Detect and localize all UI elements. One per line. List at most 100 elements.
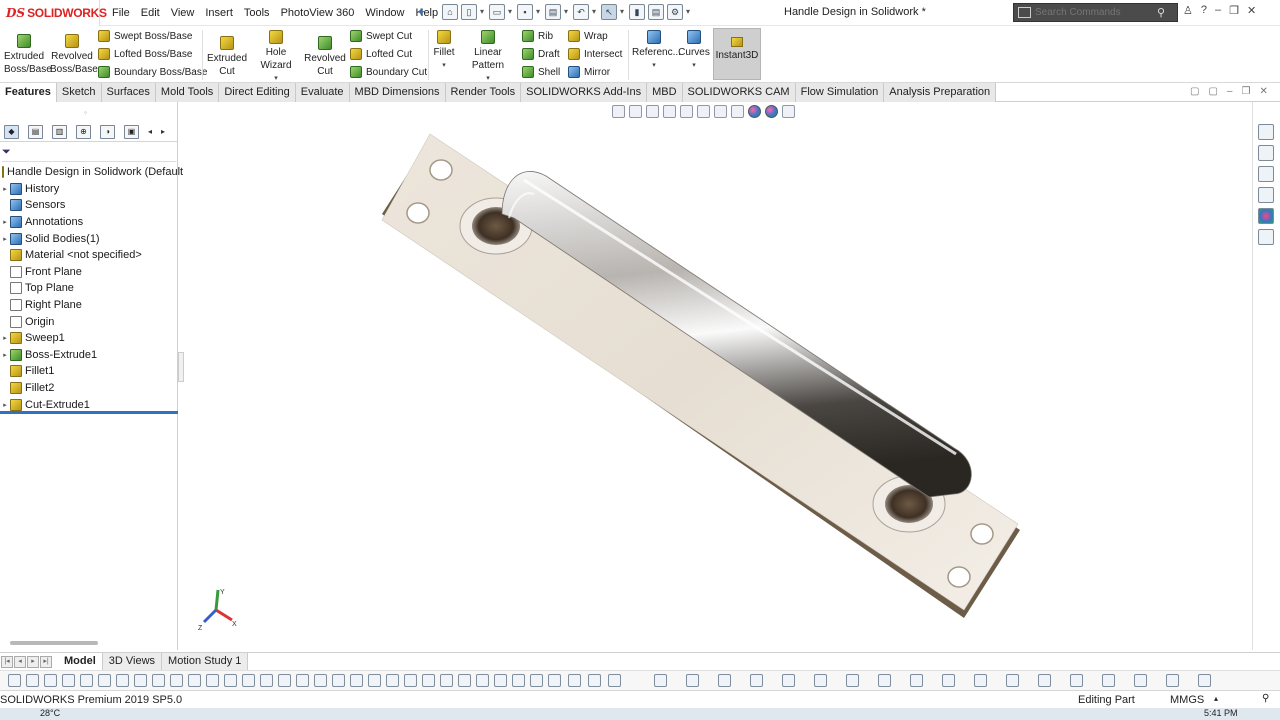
next-tab-icon[interactable]: ▸ bbox=[27, 655, 39, 668]
offset-icon[interactable] bbox=[440, 674, 453, 687]
sketch-line-icon[interactable] bbox=[686, 674, 699, 687]
tab-cam[interactable]: SOLIDWORKS CAM bbox=[682, 83, 796, 102]
sketch-3d-icon[interactable] bbox=[1102, 674, 1115, 687]
sketch-pattern-icon[interactable] bbox=[1070, 674, 1083, 687]
chevron-right-icon[interactable]: ▸ bbox=[161, 127, 165, 136]
rollback-bar[interactable] bbox=[0, 411, 178, 414]
tree-item[interactable]: Sensors bbox=[0, 197, 178, 214]
property-manager-icon[interactable]: ▤ bbox=[28, 124, 43, 139]
sketch-fillet-icon[interactable] bbox=[910, 674, 923, 687]
fillet-sketch-icon[interactable] bbox=[278, 674, 291, 687]
tab-evaluate[interactable]: Evaluate bbox=[295, 83, 350, 102]
search-commands-box[interactable]: ⚲ bbox=[1013, 3, 1178, 22]
tree-item[interactable]: Material <not specified> bbox=[0, 247, 178, 264]
linear-pattern-sketch-icon[interactable] bbox=[476, 674, 489, 687]
tree-item[interactable]: Right Plane bbox=[0, 297, 178, 314]
tab-model[interactable]: Model bbox=[58, 653, 103, 670]
select-filter-icon[interactable] bbox=[8, 674, 21, 687]
expand-arrow-icon[interactable]: ▸ bbox=[0, 185, 10, 193]
sketch-polygon-icon[interactable] bbox=[878, 674, 891, 687]
slot-icon[interactable] bbox=[314, 674, 327, 687]
shaded-contours-icon[interactable] bbox=[608, 674, 621, 687]
prev-tab-icon[interactable]: ◂ bbox=[14, 655, 26, 668]
sketch-display-icon[interactable] bbox=[1198, 674, 1211, 687]
revolved-boss-button[interactable]: Revolved Boss/Base bbox=[50, 34, 98, 76]
traffic-light-icon[interactable]: ▮ bbox=[629, 4, 645, 20]
chevron-down-icon[interactable]: ▾ bbox=[508, 4, 514, 20]
home-icon[interactable]: ⌂ bbox=[442, 4, 458, 20]
sketch-icon[interactable] bbox=[134, 674, 147, 687]
tab-features[interactable]: Features bbox=[0, 83, 57, 102]
sketch-snap-icon[interactable] bbox=[1166, 674, 1179, 687]
tree-item[interactable]: ▸ Boss-Extrude1 bbox=[0, 347, 178, 364]
chevron-down-icon[interactable]: ▾ bbox=[480, 4, 486, 20]
undo-icon[interactable]: ↶ bbox=[573, 4, 589, 20]
design-library-icon[interactable] bbox=[1258, 145, 1274, 161]
edit-appearance-icon[interactable] bbox=[748, 105, 761, 118]
rectangle-icon[interactable] bbox=[188, 674, 201, 687]
configuration-manager-icon[interactable]: ▥ bbox=[52, 124, 67, 139]
menu-insert[interactable]: Insert bbox=[205, 7, 233, 19]
extruded-cut-button[interactable]: Extruded Cut bbox=[206, 36, 248, 78]
close-button[interactable]: ✕ bbox=[1247, 4, 1256, 17]
circle-icon[interactable] bbox=[206, 674, 219, 687]
user-icon[interactable]: ♙ bbox=[1183, 4, 1193, 17]
expand-arrow-icon[interactable]: ▸ bbox=[0, 334, 10, 342]
print-icon[interactable]: ▤ bbox=[545, 4, 561, 20]
search-scope-icon[interactable] bbox=[1018, 7, 1031, 18]
tree-item[interactable]: Origin bbox=[0, 313, 178, 330]
sketch-arc-icon[interactable] bbox=[814, 674, 827, 687]
convert-icon[interactable] bbox=[422, 674, 435, 687]
help-icon[interactable]: ? bbox=[1201, 4, 1207, 17]
mirror-button[interactable]: Mirror bbox=[568, 66, 610, 78]
last-tab-icon[interactable]: ▸| bbox=[40, 655, 52, 668]
shell-button[interactable]: Shell bbox=[522, 66, 560, 78]
tab-sketch[interactable]: Sketch bbox=[56, 83, 102, 102]
chevron-down-icon[interactable]: ▾ bbox=[620, 4, 626, 20]
rapid-sketch-icon[interactable] bbox=[568, 674, 581, 687]
instant2d-icon[interactable] bbox=[588, 674, 601, 687]
clear-filters-icon[interactable] bbox=[98, 674, 111, 687]
hole-wizard-button[interactable]: Hole Wizard ▾ bbox=[250, 30, 302, 85]
zoom-to-fit-icon[interactable] bbox=[612, 105, 625, 118]
first-tab-icon[interactable]: |◂ bbox=[1, 655, 13, 668]
expand-arrow-icon[interactable]: ▸ bbox=[0, 218, 10, 226]
centerline-icon[interactable] bbox=[350, 674, 363, 687]
wrap-button[interactable]: Wrap bbox=[568, 30, 608, 42]
horizontal-scrollbar[interactable] bbox=[10, 641, 98, 645]
curves-button[interactable]: Curves ▾ bbox=[678, 30, 710, 72]
tab-direct-editing[interactable]: Direct Editing bbox=[219, 83, 296, 102]
tab-mbd-dimensions[interactable]: MBD Dimensions bbox=[349, 83, 446, 102]
ellipse-icon[interactable] bbox=[260, 674, 273, 687]
sketch-spline-icon[interactable] bbox=[846, 674, 859, 687]
move-icon[interactable] bbox=[494, 674, 507, 687]
weather-temp[interactable]: 28°C bbox=[40, 708, 60, 719]
rib-button[interactable]: Rib bbox=[522, 30, 553, 42]
polygon-icon[interactable] bbox=[296, 674, 309, 687]
pin-icon[interactable]: ✦ bbox=[416, 5, 426, 19]
cam-manager-icon[interactable]: ▣ bbox=[124, 124, 139, 139]
doc-close-button[interactable]: ✕ bbox=[1259, 86, 1267, 97]
status-info-icon[interactable]: ⚲ bbox=[1262, 693, 1269, 704]
extruded-boss-button[interactable]: Extruded Boss/Base bbox=[4, 34, 52, 76]
menu-file[interactable]: File bbox=[112, 7, 130, 19]
tab-analysis-preparation[interactable]: Analysis Preparation bbox=[884, 83, 997, 102]
sketch-slot-icon[interactable] bbox=[750, 674, 763, 687]
save-icon[interactable]: ▪ bbox=[517, 4, 533, 20]
chevron-down-icon[interactable]: ▾ bbox=[432, 59, 456, 72]
spline-icon[interactable] bbox=[242, 674, 255, 687]
tree-item[interactable]: Front Plane bbox=[0, 264, 178, 281]
plane-sketch-icon[interactable] bbox=[386, 674, 399, 687]
sketch-plane-icon[interactable] bbox=[1006, 674, 1019, 687]
draft-button[interactable]: Draft bbox=[522, 48, 560, 60]
sketch-rect-icon[interactable] bbox=[718, 674, 731, 687]
previous-view-icon[interactable] bbox=[646, 105, 659, 118]
restore-button[interactable]: ❐ bbox=[1229, 4, 1239, 17]
tab-mbd[interactable]: MBD bbox=[647, 83, 683, 102]
menu-photoview[interactable]: PhotoView 360 bbox=[281, 7, 355, 19]
menu-edit[interactable]: Edit bbox=[141, 7, 160, 19]
tree-item[interactable]: Fillet2 bbox=[0, 380, 178, 397]
boundary-cut-button[interactable]: Boundary Cut bbox=[350, 66, 427, 78]
clock[interactable]: 5:41 PM bbox=[1204, 708, 1238, 719]
chevron-left-icon[interactable]: ◂ bbox=[148, 127, 152, 136]
